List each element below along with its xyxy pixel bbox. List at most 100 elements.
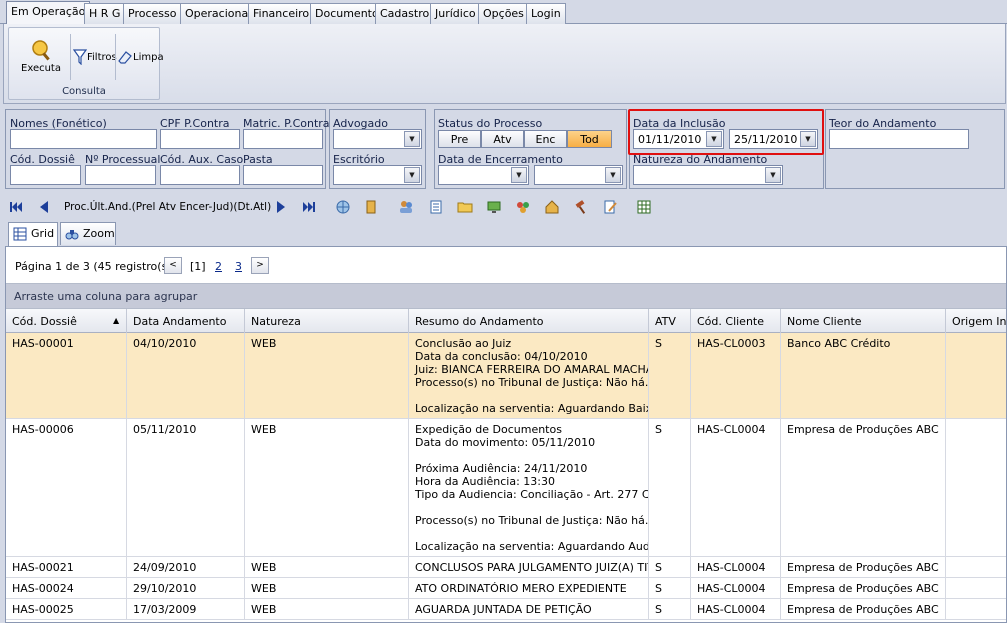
cell-origem <box>946 599 1006 619</box>
document-pen-icon[interactable] <box>602 199 618 215</box>
cell-dossie: HAS-00025 <box>6 599 127 619</box>
status-atv-button[interactable]: Atv <box>481 130 524 148</box>
aux-caso-input[interactable] <box>160 165 240 185</box>
encerramento-from-select[interactable]: ▼ <box>438 165 529 185</box>
cell-data: 04/10/2010 <box>127 333 245 418</box>
cell-data: 17/03/2009 <box>127 599 245 619</box>
chevron-down-icon[interactable]: ▼ <box>605 167 621 183</box>
users-icon[interactable] <box>398 199 414 215</box>
gavel-icon[interactable] <box>573 199 589 215</box>
encerramento-to-select[interactable]: ▼ <box>534 165 623 185</box>
filtros-button[interactable]: Filtros <box>73 48 117 66</box>
cell-cliente: HAS-CL0004 <box>691 599 781 619</box>
natureza-select[interactable]: ▼ <box>633 165 783 185</box>
pager-summary: Página 1 de 3 (45 registro(s)) <box>15 260 176 273</box>
magnifier-icon <box>32 40 50 61</box>
chevron-down-icon[interactable]: ▼ <box>511 167 527 183</box>
monitor-icon[interactable] <box>486 199 502 215</box>
folder-icon[interactable] <box>457 199 473 215</box>
chevron-down-icon[interactable]: ▼ <box>404 167 420 183</box>
tab-processo[interactable]: Processo <box>123 3 182 24</box>
cell-resumo: ATO ORDINATÓRIO MERO EXPEDIENTE <box>409 578 649 598</box>
column-header-resumo[interactable]: Resumo do Andamento <box>409 309 649 333</box>
column-header-nome[interactable]: Nome Cliente <box>781 309 946 333</box>
tab-hrg[interactable]: H R G <box>84 3 126 24</box>
column-header-origem[interactable]: Origem Inc <box>946 309 1006 333</box>
consulta-group: Executa Filtros Limpa Consulta <box>8 27 164 100</box>
escritorio-select[interactable]: ▼ <box>333 165 422 185</box>
filtros-label: Filtros <box>87 51 117 63</box>
table-row[interactable]: HAS-00025 17/03/2009 WEB AGUARDA JUNTADA… <box>6 599 1006 620</box>
processual-input[interactable] <box>85 165 156 185</box>
list-icon[interactable] <box>428 199 444 215</box>
column-header-dossie[interactable]: Cód. Dossiê ▲ <box>6 309 127 333</box>
cell-resumo: Conclusão ao Juiz Data da conclusão: 04/… <box>409 333 649 418</box>
cell-dossie: HAS-00021 <box>6 557 127 577</box>
table-row[interactable]: HAS-00021 24/09/2010 WEB CONCLUSOS PARA … <box>6 557 1006 578</box>
tab-operacional[interactable]: Operacional <box>180 3 257 24</box>
column-header-data[interactable]: Data Andamento <box>127 309 245 333</box>
cell-dossie: HAS-00024 <box>6 578 127 598</box>
previous-icon[interactable] <box>36 199 52 215</box>
door-icon[interactable] <box>363 199 379 215</box>
cell-data: 05/11/2010 <box>127 419 245 556</box>
cell-resumo: Expedição de Documentos Data do moviment… <box>409 419 649 556</box>
nomes-input[interactable] <box>10 129 157 149</box>
tab-zoom[interactable]: Zoom <box>60 222 116 245</box>
teor-input[interactable] <box>829 129 969 149</box>
pager-page-1[interactable]: [1] <box>190 260 206 273</box>
spreadsheet-icon[interactable] <box>636 199 652 215</box>
cell-nome: Empresa de Produções ABC <box>781 599 946 619</box>
cell-natureza: WEB <box>245 578 409 598</box>
table-row[interactable]: HAS-00006 05/11/2010 WEB Expedição de Do… <box>6 419 1006 557</box>
table-row[interactable]: HAS-00001 04/10/2010 WEB Conclusão ao Ju… <box>6 333 1006 419</box>
cell-resumo: AGUARDA JUNTADA DE PETIÇÃO <box>409 599 649 619</box>
column-header-atv[interactable]: ATV <box>649 309 691 333</box>
cell-dossie: HAS-00001 <box>6 333 127 418</box>
tab-em-operacao[interactable]: Em Operação <box>6 1 91 25</box>
globe-icon[interactable] <box>335 199 351 215</box>
group-panel[interactable]: Arraste uma coluna para agrupar <box>6 283 1006 308</box>
cell-atv: S <box>649 419 691 556</box>
status-tod-button[interactable]: Tod <box>567 130 612 148</box>
executa-button[interactable]: Executa <box>17 36 65 74</box>
tab-financeiro[interactable]: Financeiro <box>248 3 315 24</box>
cell-atv: S <box>649 578 691 598</box>
executa-label: Executa <box>21 63 61 74</box>
next-icon[interactable] <box>273 199 289 215</box>
pasta-input[interactable] <box>243 165 323 185</box>
cell-origem <box>946 578 1006 598</box>
pager-next-button[interactable]: > <box>251 257 269 274</box>
table-row[interactable]: HAS-00024 29/10/2010 WEB ATO ORDINATÓRIO… <box>6 578 1006 599</box>
cell-nome: Empresa de Produções ABC <box>781 419 946 556</box>
advogado-select[interactable]: ▼ <box>333 129 422 149</box>
tab-grid[interactable]: Grid <box>8 222 58 247</box>
status-enc-button[interactable]: Enc <box>524 130 567 148</box>
pager-page-2[interactable]: 2 <box>215 260 222 273</box>
chevron-down-icon[interactable]: ▼ <box>404 131 420 147</box>
column-header-natureza[interactable]: Natureza <box>245 309 409 333</box>
chevron-down-icon[interactable]: ▼ <box>765 167 781 183</box>
cpf-input[interactable] <box>160 129 240 149</box>
limpa-button[interactable]: Limpa <box>117 48 164 66</box>
dossie-input[interactable] <box>10 165 81 185</box>
status-label: Status do Processo <box>438 117 543 130</box>
last-page-icon[interactable] <box>301 199 317 215</box>
tab-opcoes[interactable]: Opções <box>478 3 529 24</box>
tab-juridico[interactable]: Jurídico <box>430 3 481 24</box>
cell-natureza: WEB <box>245 599 409 619</box>
column-header-cliente[interactable]: Cód. Cliente <box>691 309 781 333</box>
pager-prev-button[interactable]: < <box>164 257 182 274</box>
tab-login[interactable]: Login <box>526 3 566 24</box>
matric-input[interactable] <box>243 129 323 149</box>
tab-grid-label: Grid <box>31 227 55 240</box>
status-pre-button[interactable]: Pre <box>438 130 481 148</box>
group-icon[interactable] <box>515 199 531 215</box>
tab-documento[interactable]: Documento <box>310 3 384 24</box>
pager-page-3[interactable]: 3 <box>235 260 242 273</box>
data-grid: Página 1 de 3 (45 registro(s)) < [1] 2 3… <box>5 246 1007 623</box>
first-page-icon[interactable] <box>8 199 24 215</box>
tab-cadastro[interactable]: Cadastro <box>375 3 435 24</box>
home-icon[interactable] <box>544 199 560 215</box>
ribbon: Executa Filtros Limpa Consulta <box>3 24 1006 104</box>
